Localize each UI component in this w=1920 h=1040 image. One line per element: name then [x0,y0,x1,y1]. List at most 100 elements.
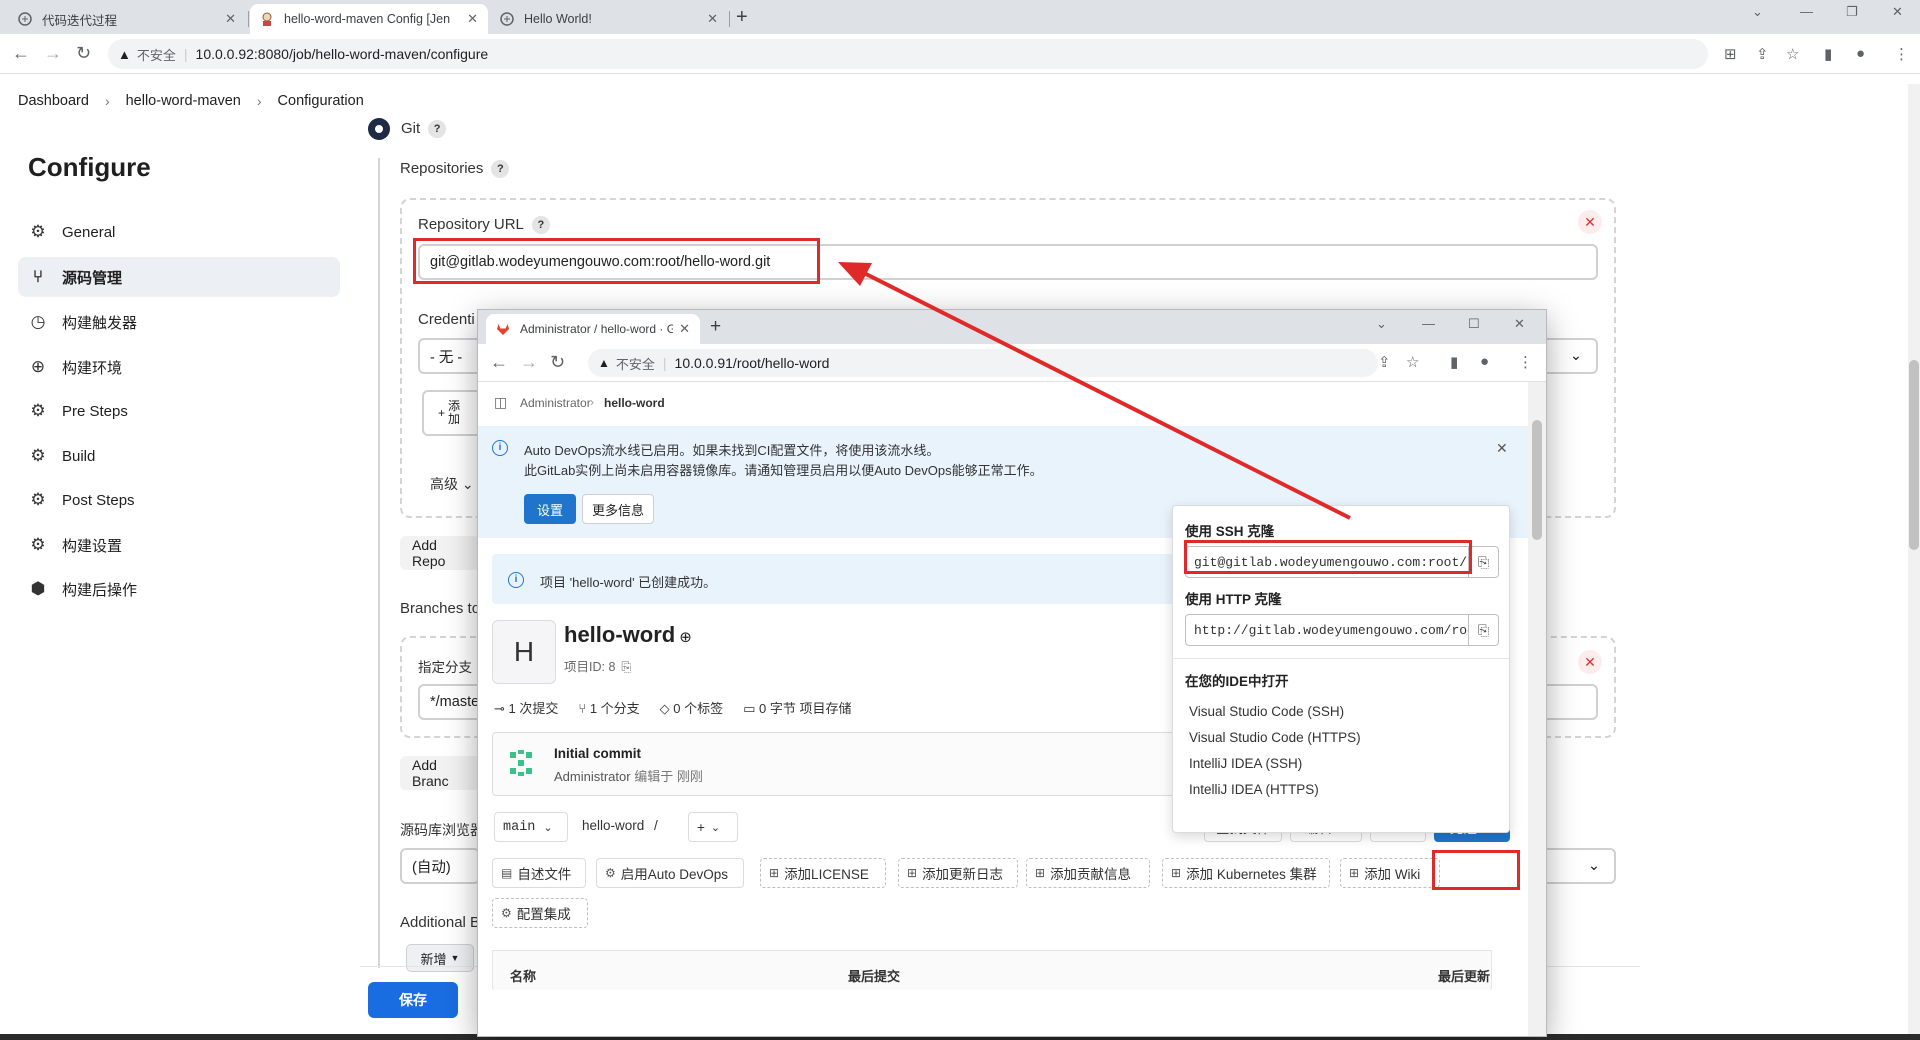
bookmark-star-icon[interactable]: ☆ [1406,353,1419,371]
breadcrumb-configuration[interactable]: Configuration [278,93,364,109]
back-icon[interactable]: ← [490,352,508,372]
save-button[interactable]: 保存 [368,982,458,1018]
chevron-right-icon: › [590,395,594,409]
close-window-icon[interactable]: ✕ [1892,4,1903,20]
tab-title: Hello World! [524,12,592,26]
close-icon[interactable]: ✕ [679,321,690,337]
ide-intellij-ssh[interactable]: IntelliJ IDEA (SSH) [1189,756,1302,771]
tab-search-icon[interactable]: ⌄ [1752,4,1763,20]
profile-avatar-icon[interactable]: ● [1480,353,1489,370]
sidebar-item-environment[interactable]: ⊕ 构建环境 [18,347,340,387]
tags-stat[interactable]: ◇ 0 个标签 [660,698,723,717]
sidebar-item-build[interactable]: ⚙ Build [18,436,340,476]
alert-more-info-button[interactable]: 更多信息 [582,494,654,524]
menu-dots-icon[interactable]: ⋮ [1894,45,1909,63]
add-kubernetes-button[interactable]: ⊞ 添加 Kubernetes 集群 [1162,858,1330,888]
share-icon[interactable]: ⇪ [1378,353,1391,371]
sidebar-item-post-steps[interactable]: ⚙ Post Steps [18,480,340,520]
add-wiki-button[interactable]: ⊞ 添加 Wiki [1340,858,1440,888]
sidepanel-icon[interactable]: ▮ [1450,353,1458,371]
ssh-clone-url[interactable]: git@gitlab.wodeyumengouwo.com:root/hello… [1185,546,1469,578]
sidebar-item-pre-steps[interactable]: ⚙ Pre Steps [18,391,340,431]
add-changelog-button[interactable]: ⊞ 添加更新日志 [898,858,1018,888]
browser-tab-1[interactable]: 代码迭代过程 ✕ [8,4,246,34]
commit-title[interactable]: Initial commit [554,746,641,761]
maximize-icon[interactable]: ☐ [1468,316,1480,332]
copy-icon[interactable]: ⎘ [1469,614,1499,646]
share-icon[interactable]: ⇪ [1756,45,1769,63]
sidebar-toggle-icon[interactable]: ◫ [494,394,507,411]
ide-vscode-https[interactable]: Visual Studio Code (HTTPS) [1189,730,1361,745]
sidebar-item-general[interactable]: ⚙ General [18,212,340,252]
http-clone-url[interactable]: http://gitlab.wodeyumengouwo.com/root/he… [1185,614,1469,646]
profile-avatar-icon[interactable]: ● [1856,45,1865,62]
popup-scrollbar-thumb[interactable] [1532,420,1542,540]
reload-icon[interactable]: ↻ [550,352,565,372]
close-icon[interactable]: ✕ [1496,440,1508,457]
close-icon[interactable]: ✕ [467,11,478,27]
ide-vscode-ssh[interactable]: Visual Studio Code (SSH) [1189,704,1344,719]
forward-icon[interactable]: → [44,43,62,63]
forward-icon[interactable]: → [520,352,538,372]
restore-icon[interactable]: ❐ [1846,4,1858,20]
remove-branch-icon[interactable]: ✕ [1578,650,1602,674]
breadcrumb-admin[interactable]: Administrator [520,396,591,410]
git-radio[interactable] [368,118,390,140]
repo-url-input[interactable]: git@gitlab.wodeyumengouwo.com:root/hello… [418,244,1598,280]
sidebar-item-triggers[interactable]: ◷ 构建触发器 [18,302,340,342]
sidebar-item-build-settings[interactable]: ⚙ 构建设置 [18,525,340,565]
sidepanel-icon[interactable]: ▮ [1824,45,1832,63]
back-icon[interactable]: ← [12,43,30,63]
copy-icon[interactable]: ⎘ [1469,546,1499,578]
branch-icon: ⑂ [32,267,44,286]
readme-button[interactable]: ▤ 自述文件 [492,858,586,888]
sidebar-item-label: 源码管理 [62,269,123,287]
help-icon[interactable]: ? [428,120,447,139]
ide-intellij-https[interactable]: IntelliJ IDEA (HTTPS) [1189,782,1319,797]
alert-settings-button[interactable]: 设置 [524,494,576,524]
help-icon[interactable]: ? [531,216,550,235]
popup-tab[interactable]: Administrator / hello-word · G ✕ [486,314,700,344]
omnibox[interactable]: ▲ 不安全 | 10.0.0.92:8080/job/hello-word-ma… [108,39,1708,69]
close-window-icon[interactable]: ✕ [1514,316,1525,332]
breadcrumb-project[interactable]: hello-word [604,396,665,410]
enable-autodevops-button[interactable]: ⚙ 启用Auto DevOps [596,858,744,888]
configure-integrations-button[interactable]: ⚙ 配置集成 [492,898,588,928]
translate-icon[interactable]: ⊞ [1724,45,1737,63]
browser-tab-2[interactable]: hello-word-maven Config [Jen ✕ [250,4,488,34]
branches-stat[interactable]: ⑂ 1 个分支 [578,698,639,717]
sidebar-item-scm[interactable]: ⑂ 源码管理 [18,257,340,297]
breadcrumb-job[interactable]: hello-word-maven [126,93,241,109]
close-icon[interactable]: ✕ [225,11,236,27]
add-credentials-button[interactable]: + 添 加 [422,390,482,436]
add-contributing-button[interactable]: ⊞ 添加贡献信息 [1026,858,1150,888]
add-behaviour-button[interactable]: 新增 ▼ [406,944,474,972]
help-icon[interactable]: ? [491,160,510,179]
minimize-icon[interactable]: — [1800,4,1813,19]
tab-search-icon[interactable]: ⌄ [1376,316,1387,332]
sidebar-item-post-build[interactable]: ⬢ 构建后操作 [18,569,340,609]
reload-icon[interactable]: ↻ [76,43,91,63]
close-icon[interactable]: ✕ [707,11,718,27]
storage-stat[interactable]: ▭ 0 字节 项目存储 [743,698,851,717]
add-to-tree-button[interactable]: + ⌄ [688,812,738,842]
remove-repository-icon[interactable]: ✕ [1578,210,1602,234]
menu-dots-icon[interactable]: ⋮ [1518,353,1533,371]
copy-icon[interactable]: ⎘ [621,660,631,674]
browser-tab-3[interactable]: Hello World! ✕ [490,4,728,34]
advanced-toggle[interactable]: 高级 ⌄ [430,474,474,494]
commits-stat[interactable]: ⊸ 1 次提交 [494,698,558,717]
page-scrollbar-thumb[interactable] [1909,360,1919,550]
breadcrumb-dashboard[interactable]: Dashboard [18,93,89,109]
branch-selector[interactable]: main ⌄ [494,812,568,842]
new-tab-button[interactable]: + [736,6,748,28]
new-tab-button[interactable]: + [710,316,721,338]
page-scrollbar[interactable] [1908,84,1920,1034]
bookmark-star-icon[interactable]: ☆ [1786,45,1799,63]
add-license-button[interactable]: ⊞ 添加LICENSE [760,858,886,888]
minimize-icon[interactable]: — [1422,316,1435,331]
repo-browser-select[interactable]: (自动) [400,848,480,884]
add-branch-button[interactable]: Add Branc [400,756,480,790]
popup-omnibox[interactable]: ▲ 不安全 | 10.0.0.91/root/hello-word [588,349,1378,377]
add-repository-button[interactable]: Add Repo [400,536,480,570]
